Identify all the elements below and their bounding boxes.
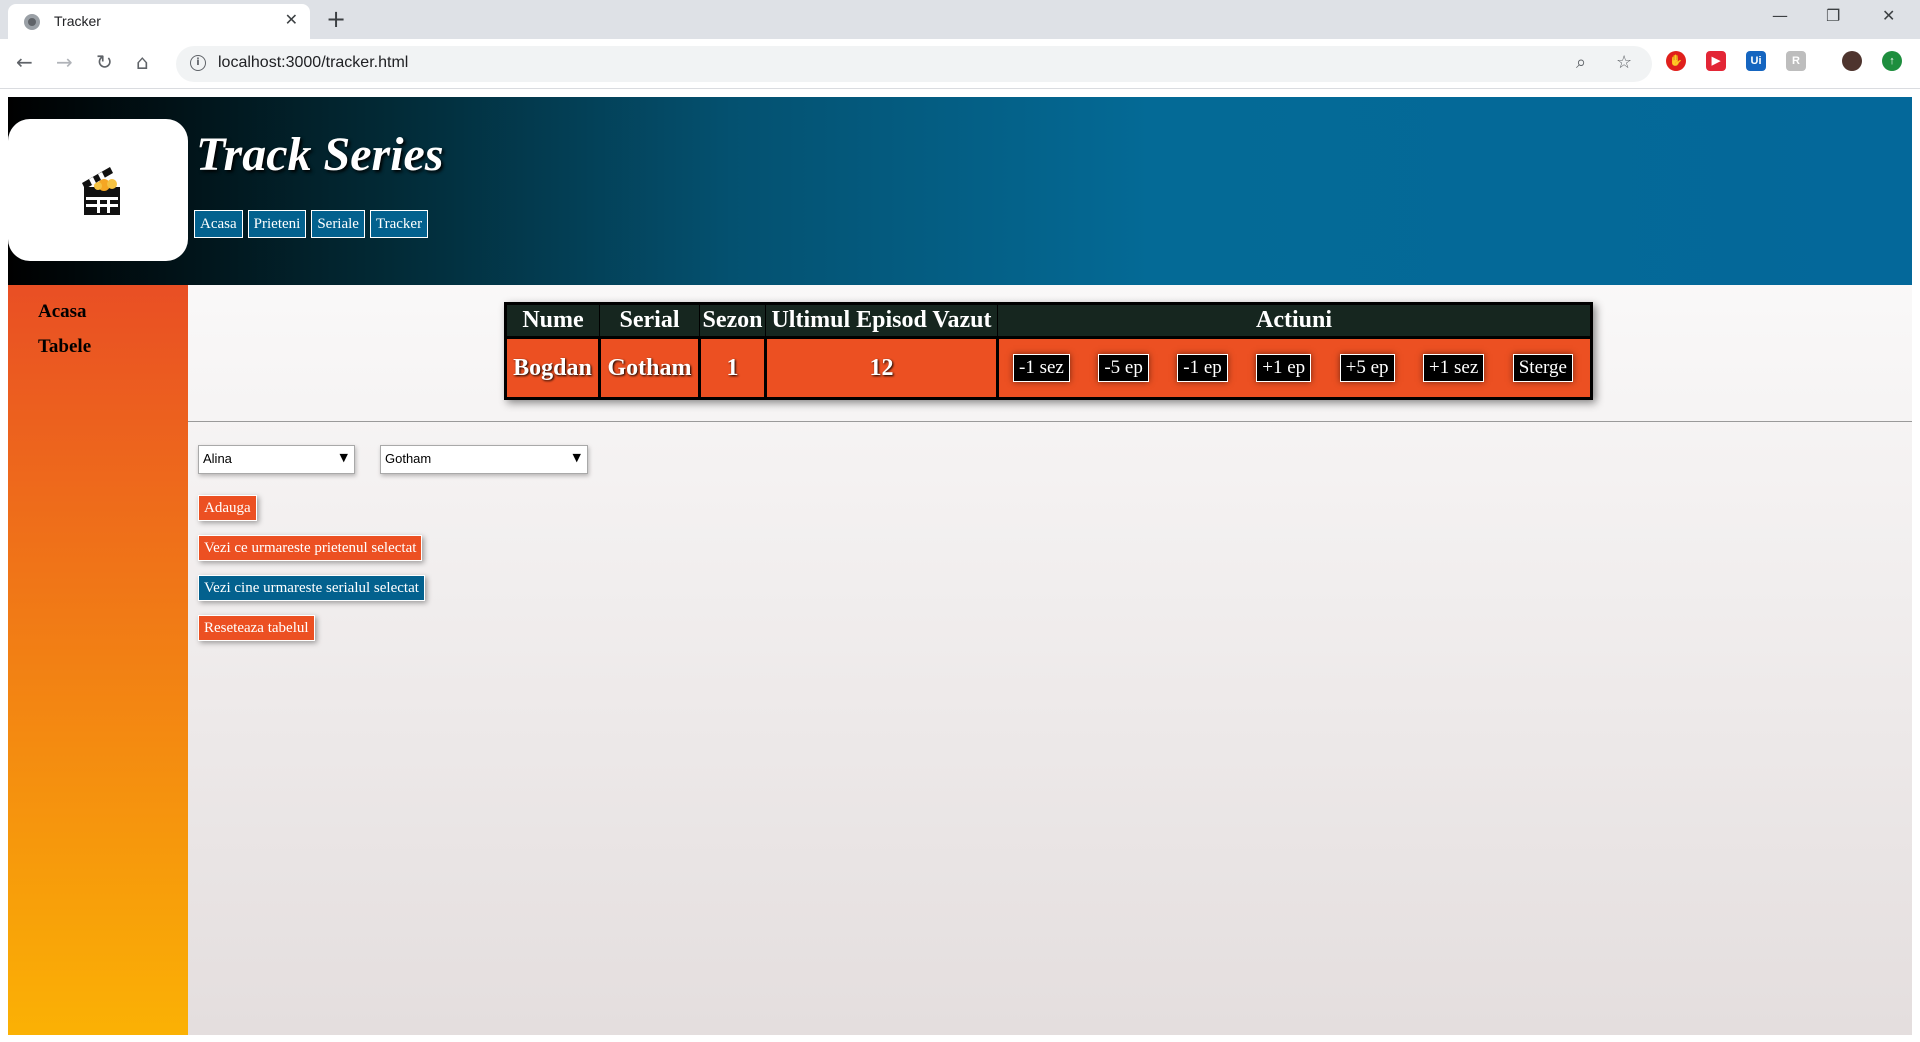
sidebar: Acasa Tabele: [8, 285, 188, 1035]
dropdown-arrow-icon: ▼: [572, 451, 581, 464]
plus-season-button[interactable]: +1 sez: [1423, 354, 1485, 382]
column-header-serial: Serial: [599, 303, 700, 338]
ui-extension-icon[interactable]: Ui: [1746, 51, 1766, 71]
nav-link-acasa[interactable]: Acasa: [194, 210, 243, 238]
column-header-sezon: Sezon: [699, 303, 766, 338]
home-icon[interactable]: ⌂: [136, 50, 149, 74]
delete-button[interactable]: Sterge: [1512, 354, 1573, 382]
cell-series: Gotham: [598, 336, 701, 400]
nav-link-seriale[interactable]: Seriale: [311, 210, 365, 238]
cell-season: 1: [698, 336, 767, 400]
table-row: Bogdan Gotham 1 12 -1 sez -5 ep -1 ep +1…: [504, 336, 1593, 400]
view-series-viewers-button[interactable]: Vezi cine urmareste serialul selectat: [198, 575, 425, 601]
top-nav: Acasa Prieteni Seriale Tracker: [194, 210, 429, 238]
back-arrow-icon[interactable]: ←: [16, 50, 33, 74]
reset-table-button[interactable]: Reseteaza tabelul: [198, 615, 315, 641]
cell-episode: 12: [764, 336, 999, 400]
close-tab-icon[interactable]: ✕: [285, 10, 298, 29]
cell-actions: -1 sez -5 ep -1 ep +1 ep +5 ep +1 sez St…: [996, 336, 1593, 400]
cell-name: Bogdan: [504, 336, 601, 400]
logo: [8, 119, 188, 261]
video-extension-icon[interactable]: ▶: [1706, 51, 1726, 71]
nav-link-prieteni[interactable]: Prieteni: [247, 210, 307, 238]
new-tab-icon[interactable]: +: [326, 5, 346, 33]
table-header-row: Nume Serial Sezon Ultimul Episod Vazut A…: [505, 303, 1592, 338]
address-bar[interactable]: i localhost:3000/tracker.html ⌕ ☆: [176, 46, 1652, 82]
tracker-table: Nume Serial Sezon Ultimul Episod Vazut A…: [504, 302, 1593, 400]
site-header: Track Series Acasa Prieteni Seriale Trac…: [8, 97, 1912, 285]
url-text[interactable]: localhost:3000/tracker.html: [218, 54, 408, 72]
view-friend-series-button[interactable]: Vezi ce urmareste prietenul selectat: [198, 535, 423, 561]
adblock-extension-icon[interactable]: ✋: [1666, 51, 1686, 71]
zoom-icon[interactable]: ⌕: [1576, 52, 1586, 73]
plus-episode-button[interactable]: +1 ep: [1256, 354, 1312, 382]
nav-link-tracker[interactable]: Tracker: [369, 210, 429, 238]
series-select[interactable]: Gotham ▼: [380, 445, 588, 474]
browser-toolbar: ← → ↻ ⌂ i localhost:3000/tracker.html ⌕ …: [0, 39, 1920, 89]
update-icon[interactable]: ↑: [1882, 51, 1902, 71]
minus-five-episodes-button[interactable]: -5 ep: [1098, 354, 1149, 382]
tab-favicon-icon: [24, 14, 40, 30]
sidebar-item-acasa[interactable]: Acasa: [38, 301, 87, 323]
clapperboard-icon: [82, 167, 120, 215]
window-close-icon[interactable]: ✕: [1882, 6, 1895, 25]
browser-tab[interactable]: Tracker ✕: [8, 4, 310, 39]
add-button[interactable]: Adauga: [198, 495, 257, 521]
friend-select-value: Alina: [203, 451, 232, 466]
reload-icon[interactable]: ↻: [96, 50, 113, 74]
minus-season-button[interactable]: -1 sez: [1013, 354, 1070, 382]
minus-episode-button[interactable]: -1 ep: [1177, 354, 1228, 382]
restore-icon[interactable]: ❐: [1826, 6, 1840, 25]
plus-five-episodes-button[interactable]: +5 ep: [1339, 354, 1395, 382]
browser-tab-strip: Tracker ✕ + — ❐ ✕: [0, 0, 1920, 39]
sidebar-item-tabele[interactable]: Tabele: [38, 336, 91, 358]
tab-title: Tracker: [54, 13, 101, 29]
profile-avatar[interactable]: [1842, 51, 1862, 71]
site-info-icon[interactable]: i: [190, 55, 206, 71]
minimize-icon[interactable]: —: [1772, 6, 1788, 25]
site-title: Track Series: [196, 128, 444, 181]
forward-arrow-icon[interactable]: →: [56, 50, 73, 74]
bookmark-star-icon[interactable]: ☆: [1616, 52, 1632, 73]
page: Track Series Acasa Prieteni Seriale Trac…: [8, 97, 1912, 1035]
column-header-actiuni: Actiuni: [997, 303, 1592, 338]
main-content: Nume Serial Sezon Ultimul Episod Vazut A…: [188, 285, 1912, 1035]
series-select-value: Gotham: [385, 451, 432, 466]
dropdown-arrow-icon: ▼: [339, 451, 348, 464]
column-header-nume: Nume: [505, 303, 600, 338]
column-header-episod: Ultimul Episod Vazut: [765, 303, 998, 338]
divider: [188, 421, 1912, 422]
gray-extension-icon[interactable]: R: [1786, 51, 1806, 71]
friend-select[interactable]: Alina ▼: [198, 445, 355, 474]
